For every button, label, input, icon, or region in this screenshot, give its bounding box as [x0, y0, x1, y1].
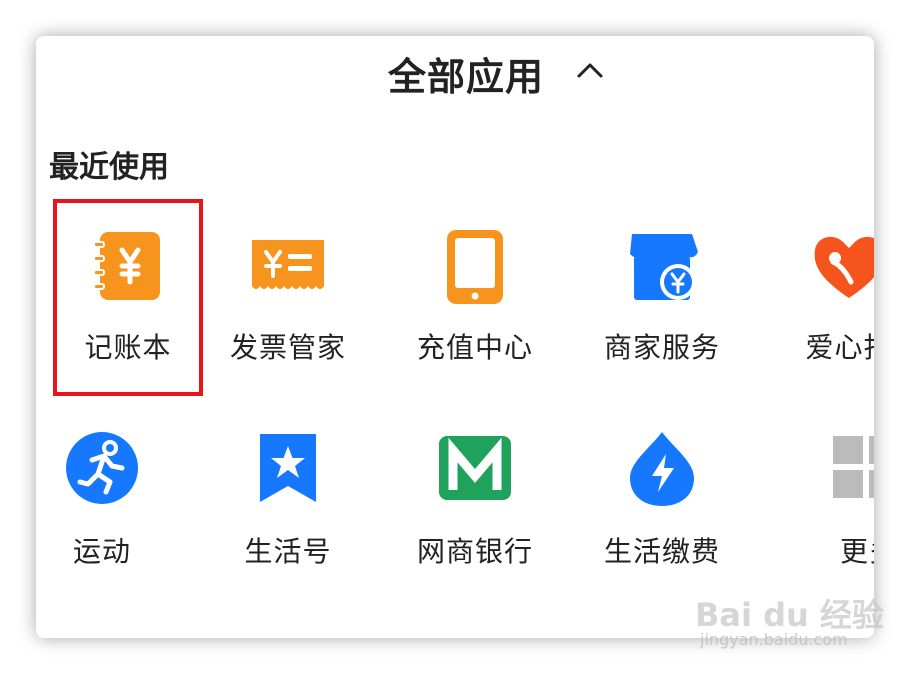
all-apps-panel: 全部应用 最近使用 记账本 发票管家 充值中心 商家服务 爱心 运动 生活号 网…: [36, 36, 874, 638]
star-bookmark-icon: [260, 434, 316, 502]
app-mybank[interactable]: 网商银行: [385, 428, 565, 598]
app-donation[interactable]: 爱心捐: [759, 226, 874, 396]
grid-icon: [833, 436, 874, 498]
app-label: 发票管家: [229, 331, 346, 364]
page-title: 全部应用: [388, 55, 545, 99]
highlight-box: [53, 199, 203, 396]
app-label: 商家服务: [603, 331, 720, 364]
app-merchant-services[interactable]: 商家服务: [572, 226, 752, 396]
app-sports[interactable]: 运动: [36, 428, 192, 598]
section-title-recent: 最近使用: [49, 150, 169, 185]
panel-header[interactable]: 全部应用: [36, 36, 874, 106]
app-label: 生活缴费: [603, 535, 720, 568]
app-label: 爱心捐: [805, 331, 874, 364]
app-utility-payment[interactable]: 生活缴费: [572, 428, 752, 598]
tablet-icon: [447, 230, 503, 304]
heart-donation-icon: [814, 236, 874, 298]
app-label: 生活号: [244, 535, 332, 568]
mybank-icon: [439, 436, 511, 500]
running-icon: [66, 432, 138, 504]
app-label: 更多: [839, 535, 874, 568]
app-invoice[interactable]: 发票管家: [198, 226, 378, 396]
app-life-account[interactable]: 生活号: [198, 428, 378, 598]
invoice-icon: [252, 240, 324, 289]
app-more[interactable]: 更多: [779, 428, 874, 598]
app-label: 充值中心: [416, 331, 533, 364]
app-label: 运动: [72, 535, 131, 568]
chevron-up-icon[interactable]: [575, 56, 605, 86]
app-recharge-center[interactable]: 充值中心: [385, 226, 565, 396]
store-icon: [630, 234, 698, 300]
app-label: 网商银行: [416, 535, 533, 568]
lightning-drop-icon: [630, 432, 694, 506]
